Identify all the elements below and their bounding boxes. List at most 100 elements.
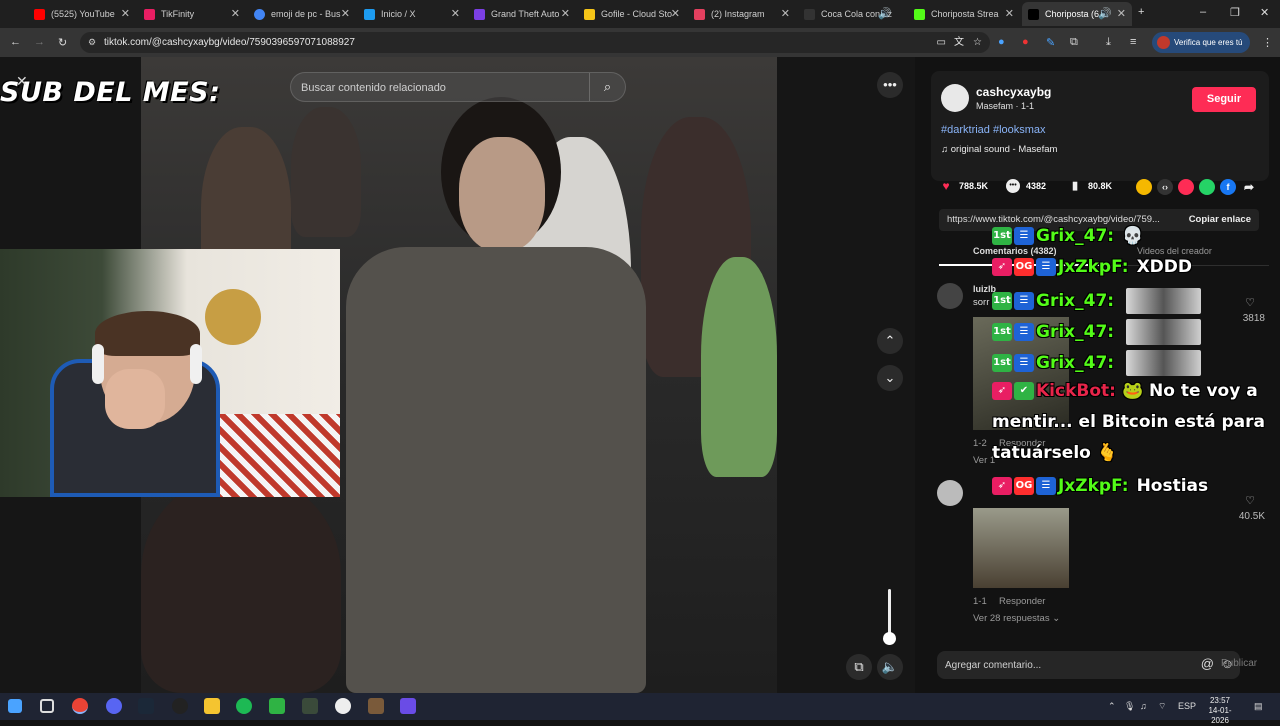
network-icon[interactable]: ⌔: [1158, 701, 1166, 712]
bookmark-star-icon[interactable]: ☆: [973, 32, 982, 53]
like-button[interactable]: ♥ 788.5K: [939, 179, 988, 193]
main-person-face: [459, 137, 545, 252]
tab-gofile[interactable]: Gofile - Cloud Sto ✕: [578, 2, 686, 26]
close-icon[interactable]: ✕: [1117, 7, 1126, 20]
translate-icon[interactable]: 文: [954, 32, 964, 53]
new-tab-button[interactable]: +: [1138, 6, 1144, 18]
save-button[interactable]: ▮ 80.8K: [1068, 179, 1112, 193]
next-video-icon[interactable]: ⌄: [877, 365, 903, 391]
comment-image[interactable]: [973, 508, 1069, 588]
verify-profile-button[interactable]: Verifica que eres tú: [1152, 32, 1250, 53]
headset-icon[interactable]: ♫: [1140, 701, 1147, 711]
creator-avatar[interactable]: [941, 84, 969, 112]
extension-icon[interactable]: ●: [998, 36, 1005, 48]
comment-button[interactable]: ••• 4382: [1006, 179, 1046, 193]
reply-button[interactable]: Responder: [999, 596, 1045, 607]
wall-clock: [205, 289, 261, 345]
cast-icon[interactable]: ▭: [937, 32, 946, 53]
extension-icon[interactable]: ●: [1022, 36, 1029, 48]
heart-icon: ♥: [942, 179, 950, 193]
publish-button[interactable]: Publicar: [1221, 658, 1257, 669]
app-icon[interactable]: [335, 698, 351, 714]
comment-heart-icon[interactable]: ♡: [1235, 494, 1265, 507]
close-video-icon[interactable]: ✕: [16, 73, 28, 90]
search-input[interactable]: [301, 79, 586, 97]
app-icon[interactable]: [302, 698, 318, 714]
maximize-icon[interactable]: ❐: [1230, 6, 1240, 19]
close-icon[interactable]: ✕: [341, 7, 350, 20]
search-bar[interactable]: ⌕: [290, 72, 626, 102]
close-icon[interactable]: ✕: [121, 7, 130, 20]
close-icon[interactable]: ✕: [451, 7, 460, 20]
minimize-icon[interactable]: –: [1200, 6, 1206, 18]
menu-dots-icon[interactable]: ⋮: [1262, 36, 1273, 49]
tray-chevron-icon[interactable]: ⌃: [1108, 701, 1116, 712]
view-replies-button[interactable]: Ver 28 respuestas ⌄: [973, 613, 1060, 624]
embed-share-icon[interactable]: [1136, 179, 1152, 195]
close-icon[interactable]: ✕: [1005, 7, 1014, 20]
close-icon[interactable]: ✕: [231, 7, 240, 20]
back-icon[interactable]: ←: [10, 36, 21, 48]
chat-emote-image: [1126, 288, 1202, 314]
search-icon[interactable]: ⌕: [589, 73, 625, 101]
whatsapp-icon[interactable]: [1199, 179, 1215, 195]
task-view-icon[interactable]: [40, 699, 54, 713]
add-comment-box[interactable]: @ ☺: [937, 651, 1240, 679]
download-icon[interactable]: ⤓: [1106, 36, 1111, 49]
chat-username: JxZkpF:: [1058, 257, 1129, 277]
tab-tikfinity[interactable]: TikFinity ✕: [138, 2, 246, 26]
send-icon[interactable]: [1178, 179, 1194, 195]
share-icon[interactable]: ➦: [1241, 179, 1257, 195]
sound-link[interactable]: ♫ original sound - Masefam: [941, 144, 1057, 155]
app-icon[interactable]: [400, 698, 416, 714]
volume-slider-handle[interactable]: [883, 632, 896, 645]
follow-button[interactable]: Seguir: [1192, 87, 1256, 112]
tab-x[interactable]: Inicio / X ✕: [358, 2, 466, 26]
commenter-avatar[interactable]: [937, 283, 963, 309]
minecraft-icon[interactable]: [368, 698, 384, 714]
spotify-icon[interactable]: [236, 698, 252, 714]
facebook-icon[interactable]: f: [1220, 179, 1236, 195]
creator-username[interactable]: cashcyxaybg: [976, 85, 1051, 99]
extensions-puzzle-icon[interactable]: ⧉: [1070, 36, 1078, 49]
more-options-icon[interactable]: •••: [877, 72, 903, 98]
volume-icon[interactable]: 🔈: [877, 654, 903, 680]
notification-icon[interactable]: ▤: [1254, 701, 1263, 712]
close-icon[interactable]: ✕: [561, 7, 570, 20]
like-count: 788.5K: [959, 181, 989, 191]
language-indicator[interactable]: ESP: [1178, 701, 1196, 711]
commenter-avatar[interactable]: [937, 480, 963, 506]
close-icon[interactable]: ✕: [671, 7, 680, 20]
chrome-icon[interactable]: [72, 698, 88, 714]
obs-icon[interactable]: [172, 698, 188, 714]
tab-google-search[interactable]: emoji de pc - Bus ✕: [248, 2, 356, 26]
hashtags[interactable]: #darktriad #looksmax: [941, 124, 1046, 136]
address-bar[interactable]: ⚙ tiktok.com/@cashcyxaybg/video/75903965…: [80, 32, 990, 53]
system-clock[interactable]: 23:57 14-01-2026: [1200, 696, 1240, 726]
tab-choriposta-active[interactable]: Choriposta (6 🔊 ✕: [1022, 2, 1132, 26]
tab-instagram[interactable]: (2) Instagram ✕: [688, 2, 796, 26]
code-icon[interactable]: ‹›: [1157, 179, 1173, 195]
app-icon[interactable]: [269, 698, 285, 714]
forward-icon[interactable]: →: [34, 36, 45, 48]
tab-youtube[interactable]: (5525) YouTube ✕: [28, 2, 136, 26]
mention-icon[interactable]: @: [1201, 656, 1214, 671]
microphone-icon[interactable]: 🎙: [1124, 701, 1135, 712]
extension-icon[interactable]: ✎: [1046, 36, 1055, 49]
steam-icon[interactable]: [138, 698, 154, 714]
picture-in-picture-icon[interactable]: ⧉: [846, 654, 872, 680]
media-icon[interactable]: ≡: [1130, 36, 1136, 48]
close-window-icon[interactable]: ✕: [1260, 6, 1269, 19]
file-explorer-icon[interactable]: [204, 698, 220, 714]
reload-icon[interactable]: ↻: [58, 36, 67, 49]
comment-input[interactable]: [945, 657, 1165, 673]
discord-icon[interactable]: [106, 698, 122, 714]
windows-start-icon[interactable]: [8, 699, 22, 713]
site-info-icon[interactable]: ⚙: [88, 32, 96, 53]
close-icon[interactable]: ✕: [781, 7, 790, 20]
tab-coca-cola[interactable]: Coca Cola con az 🔊: [798, 2, 906, 26]
tab-gta[interactable]: Grand Theft Auto ✕: [468, 2, 576, 26]
previous-video-icon[interactable]: ⌃: [877, 328, 903, 354]
tab-choriposta-stream[interactable]: Choriposta Strea ✕: [908, 2, 1020, 26]
instagram-icon: [694, 8, 705, 20]
